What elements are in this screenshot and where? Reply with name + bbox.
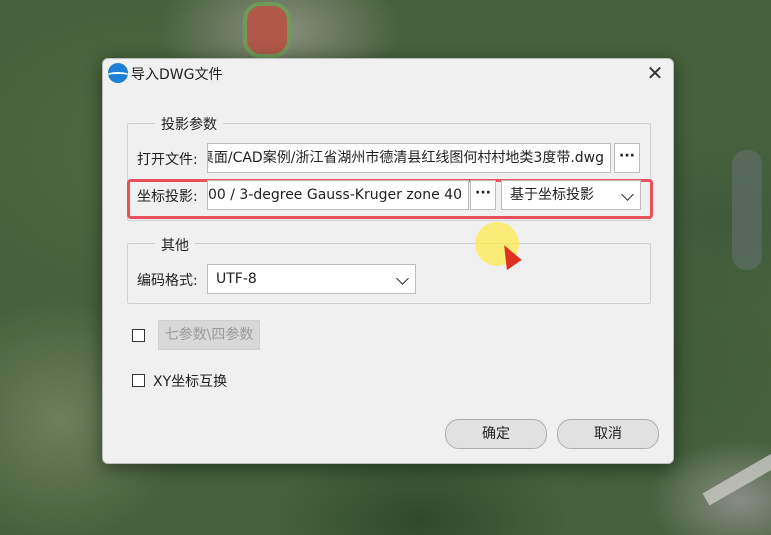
coordinate-projection-value: S2000 / 3-degree Gauss-Kruger zone 40 <box>207 187 462 203</box>
import-dwg-dialog: 导入DWG文件 ✕ 投影参数 打开文件: F:/桌面/CAD案例/浙江省湖州市德… <box>102 58 674 464</box>
open-file-input[interactable]: F:/桌面/CAD案例/浙江省湖州市德清县红线图何村村地类3度带.dwg <box>207 143 611 173</box>
ok-button[interactable]: 确定 <box>445 419 547 449</box>
projection-params-title: 投影参数 <box>155 114 223 134</box>
dialog-title: 导入DWG文件 <box>131 67 223 83</box>
xy-swap-label[interactable]: XY坐标互换 <box>153 371 227 391</box>
seven-params-button[interactable]: 七参数\四参数 <box>158 320 260 350</box>
chevron-down-icon <box>396 272 409 285</box>
chevron-down-icon <box>621 188 634 201</box>
open-file-browse-button[interactable]: ··· <box>614 143 640 173</box>
app-logo-icon <box>108 63 128 83</box>
encoding-select[interactable]: UTF-8 <box>207 264 416 294</box>
close-button[interactable]: ✕ <box>643 61 667 85</box>
map-water <box>732 150 762 270</box>
encoding-value: UTF-8 <box>216 271 257 287</box>
dialog-titlebar[interactable]: 导入DWG文件 ✕ <box>103 59 673 87</box>
other-group-title: 其他 <box>155 235 195 255</box>
xy-swap-checkbox[interactable] <box>132 374 145 387</box>
coordinate-mode-value: 基于坐标投影 <box>510 187 594 203</box>
open-file-path: F:/桌面/CAD案例/浙江省湖州市德清县红线图何村村地类3度带.dwg <box>207 150 604 166</box>
encoding-label: 编码格式: <box>137 273 198 289</box>
coordinate-projection-browse-button[interactable]: ··· <box>470 180 496 210</box>
coordinate-projection-input[interactable]: S2000 / 3-degree Gauss-Kruger zone 40 <box>207 180 469 210</box>
coordinate-mode-select[interactable]: 基于坐标投影 <box>501 180 641 210</box>
cancel-button[interactable]: 取消 <box>557 419 659 449</box>
map-road <box>702 448 771 506</box>
coordinate-projection-label: 坐标投影: <box>137 189 198 205</box>
map-sports-track <box>243 2 291 58</box>
seven-params-checkbox[interactable] <box>132 329 145 342</box>
open-file-label: 打开文件: <box>137 152 198 168</box>
